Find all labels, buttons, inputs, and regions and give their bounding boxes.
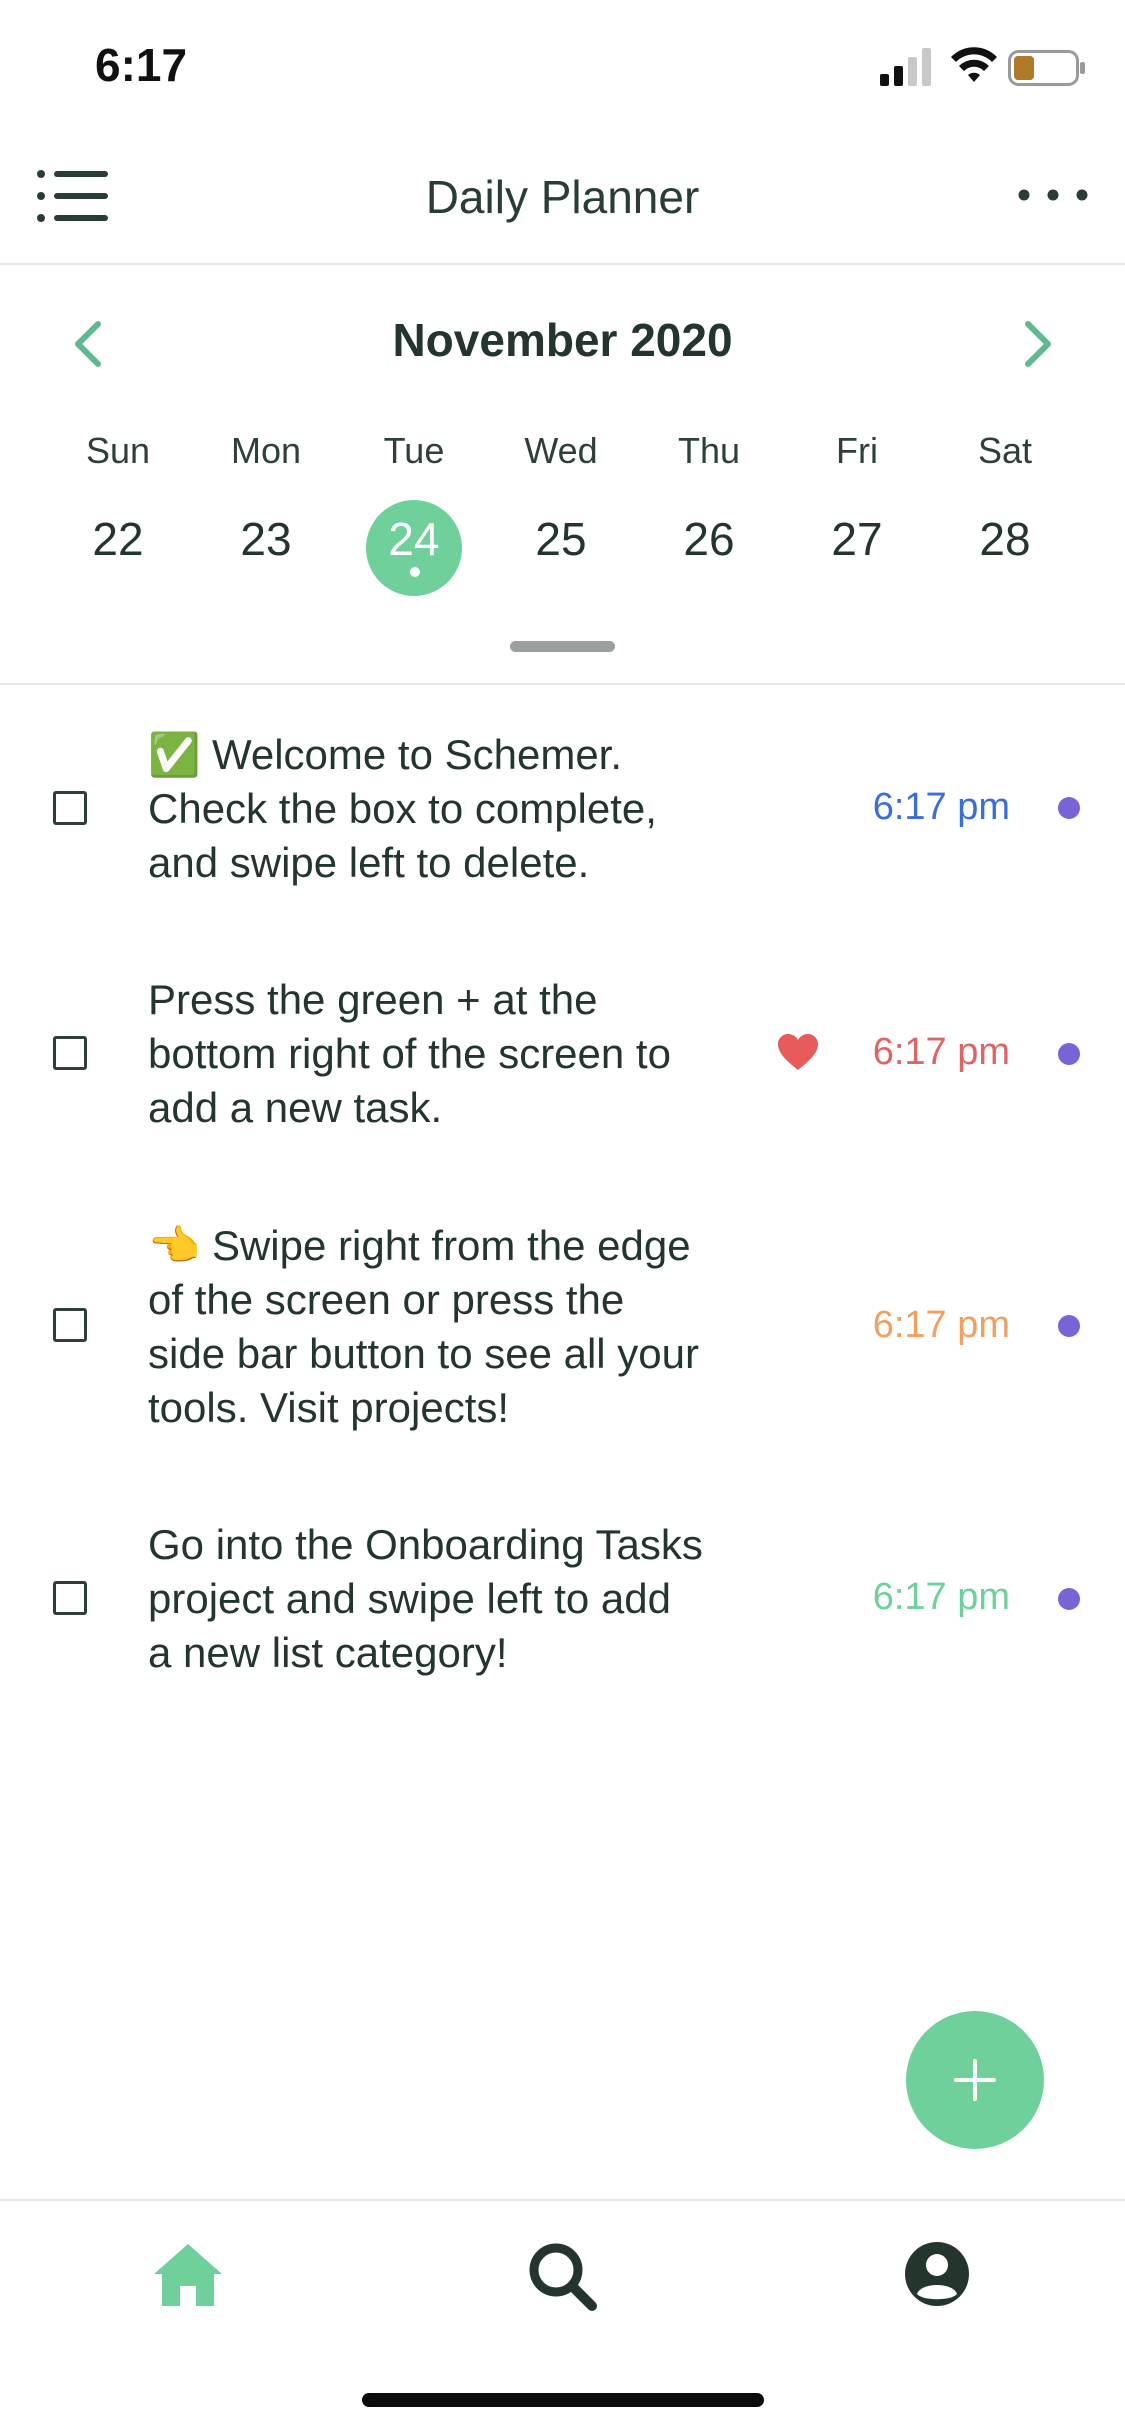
task-text-line: a new list category! [148, 1629, 508, 1676]
task-text[interactable]: Go into the Onboarding Tasks project and… [148, 1518, 788, 1680]
plus-icon [954, 2059, 996, 2101]
home-icon[interactable] [148, 2236, 228, 2316]
calendar-day-22[interactable]: 22 [58, 512, 178, 566]
task-time: 6:17 pm [872, 786, 1010, 828]
cellular-signal-icon [880, 48, 931, 86]
day-has-tasks-dot [410, 567, 420, 577]
tab-bar-divider [0, 2199, 1125, 2201]
task-text-line: project and swipe left to add [148, 1575, 671, 1622]
task-list-color-dot [1058, 1315, 1080, 1337]
task-text[interactable]: 👈 Swipe right from the edge of the scree… [148, 1219, 788, 1435]
calendar-drag-handle[interactable] [510, 641, 615, 652]
task-list-color-dot [1058, 1588, 1080, 1610]
task-text-line: and swipe left to delete. [148, 839, 590, 886]
task-text-line: Go into the Onboarding Tasks [148, 1521, 703, 1568]
task-time: 6:17 pm [872, 1031, 1010, 1073]
task-text[interactable]: Press the green + at the bottom right of… [148, 973, 788, 1135]
task-text[interactable]: ✅ Welcome to Schemer. Check the box to c… [148, 728, 788, 890]
task-checkbox[interactable] [53, 1308, 87, 1342]
task-time: 6:17 pm [872, 1576, 1010, 1618]
add-task-button[interactable] [906, 2011, 1044, 2149]
task-list-color-dot [1058, 1043, 1080, 1065]
task-list-color-dot [1058, 797, 1080, 819]
status-bar-time: 6:17 [95, 39, 188, 91]
heart-icon[interactable] [776, 1032, 820, 1072]
task-checkbox[interactable] [53, 791, 87, 825]
wifi-icon [951, 47, 997, 82]
calendar-month-title: November 2020 [392, 314, 733, 366]
calendar-divider [0, 683, 1125, 685]
task-text-line: side bar button to see all your [148, 1330, 700, 1377]
task-text-line: bottom right of the screen to [148, 1030, 671, 1077]
more-options-icon[interactable] [1016, 180, 1090, 210]
task-text-line: add a new task. [148, 1084, 443, 1131]
weekday-label-tue: Tue [383, 430, 445, 471]
calendar-day-24[interactable]: 24 [354, 512, 474, 566]
task-text-line: ✅ Welcome to Schemer. [148, 731, 623, 778]
weekday-label-sat: Sat [977, 430, 1033, 471]
calendar-day-28[interactable]: 28 [945, 512, 1065, 566]
header-divider [0, 263, 1125, 265]
search-icon[interactable] [522, 2236, 602, 2316]
calendar-day-26[interactable]: 26 [649, 512, 769, 566]
task-text-line: 👈 Swipe right from the edge [148, 1222, 691, 1269]
task-text-line: of the screen or press the [148, 1276, 625, 1323]
calendar-day-27[interactable]: 27 [797, 512, 917, 566]
calendar-day-25[interactable]: 25 [501, 512, 621, 566]
battery-icon [1008, 50, 1085, 86]
profile-icon[interactable] [897, 2234, 977, 2314]
weekday-label-wed: Wed [524, 430, 598, 471]
task-text-line: tools. Visit projects! [148, 1384, 510, 1431]
weekday-label-sun: Sun [85, 430, 151, 471]
task-checkbox[interactable] [53, 1036, 87, 1070]
task-text-line: Press the green + at the [148, 976, 598, 1023]
weekday-label-thu: Thu [677, 430, 741, 471]
task-time: 6:17 pm [872, 1304, 1010, 1346]
page-title: Daily Planner [425, 171, 700, 223]
task-checkbox[interactable] [53, 1581, 87, 1615]
next-week-chevron-icon[interactable] [1014, 316, 1062, 372]
weekday-label-fri: Fri [836, 430, 878, 471]
weekday-label-mon: Mon [230, 430, 302, 471]
home-indicator[interactable] [362, 2393, 764, 2407]
calendar-day-23[interactable]: 23 [206, 512, 326, 566]
task-text-line: Check the box to complete, [148, 785, 657, 832]
